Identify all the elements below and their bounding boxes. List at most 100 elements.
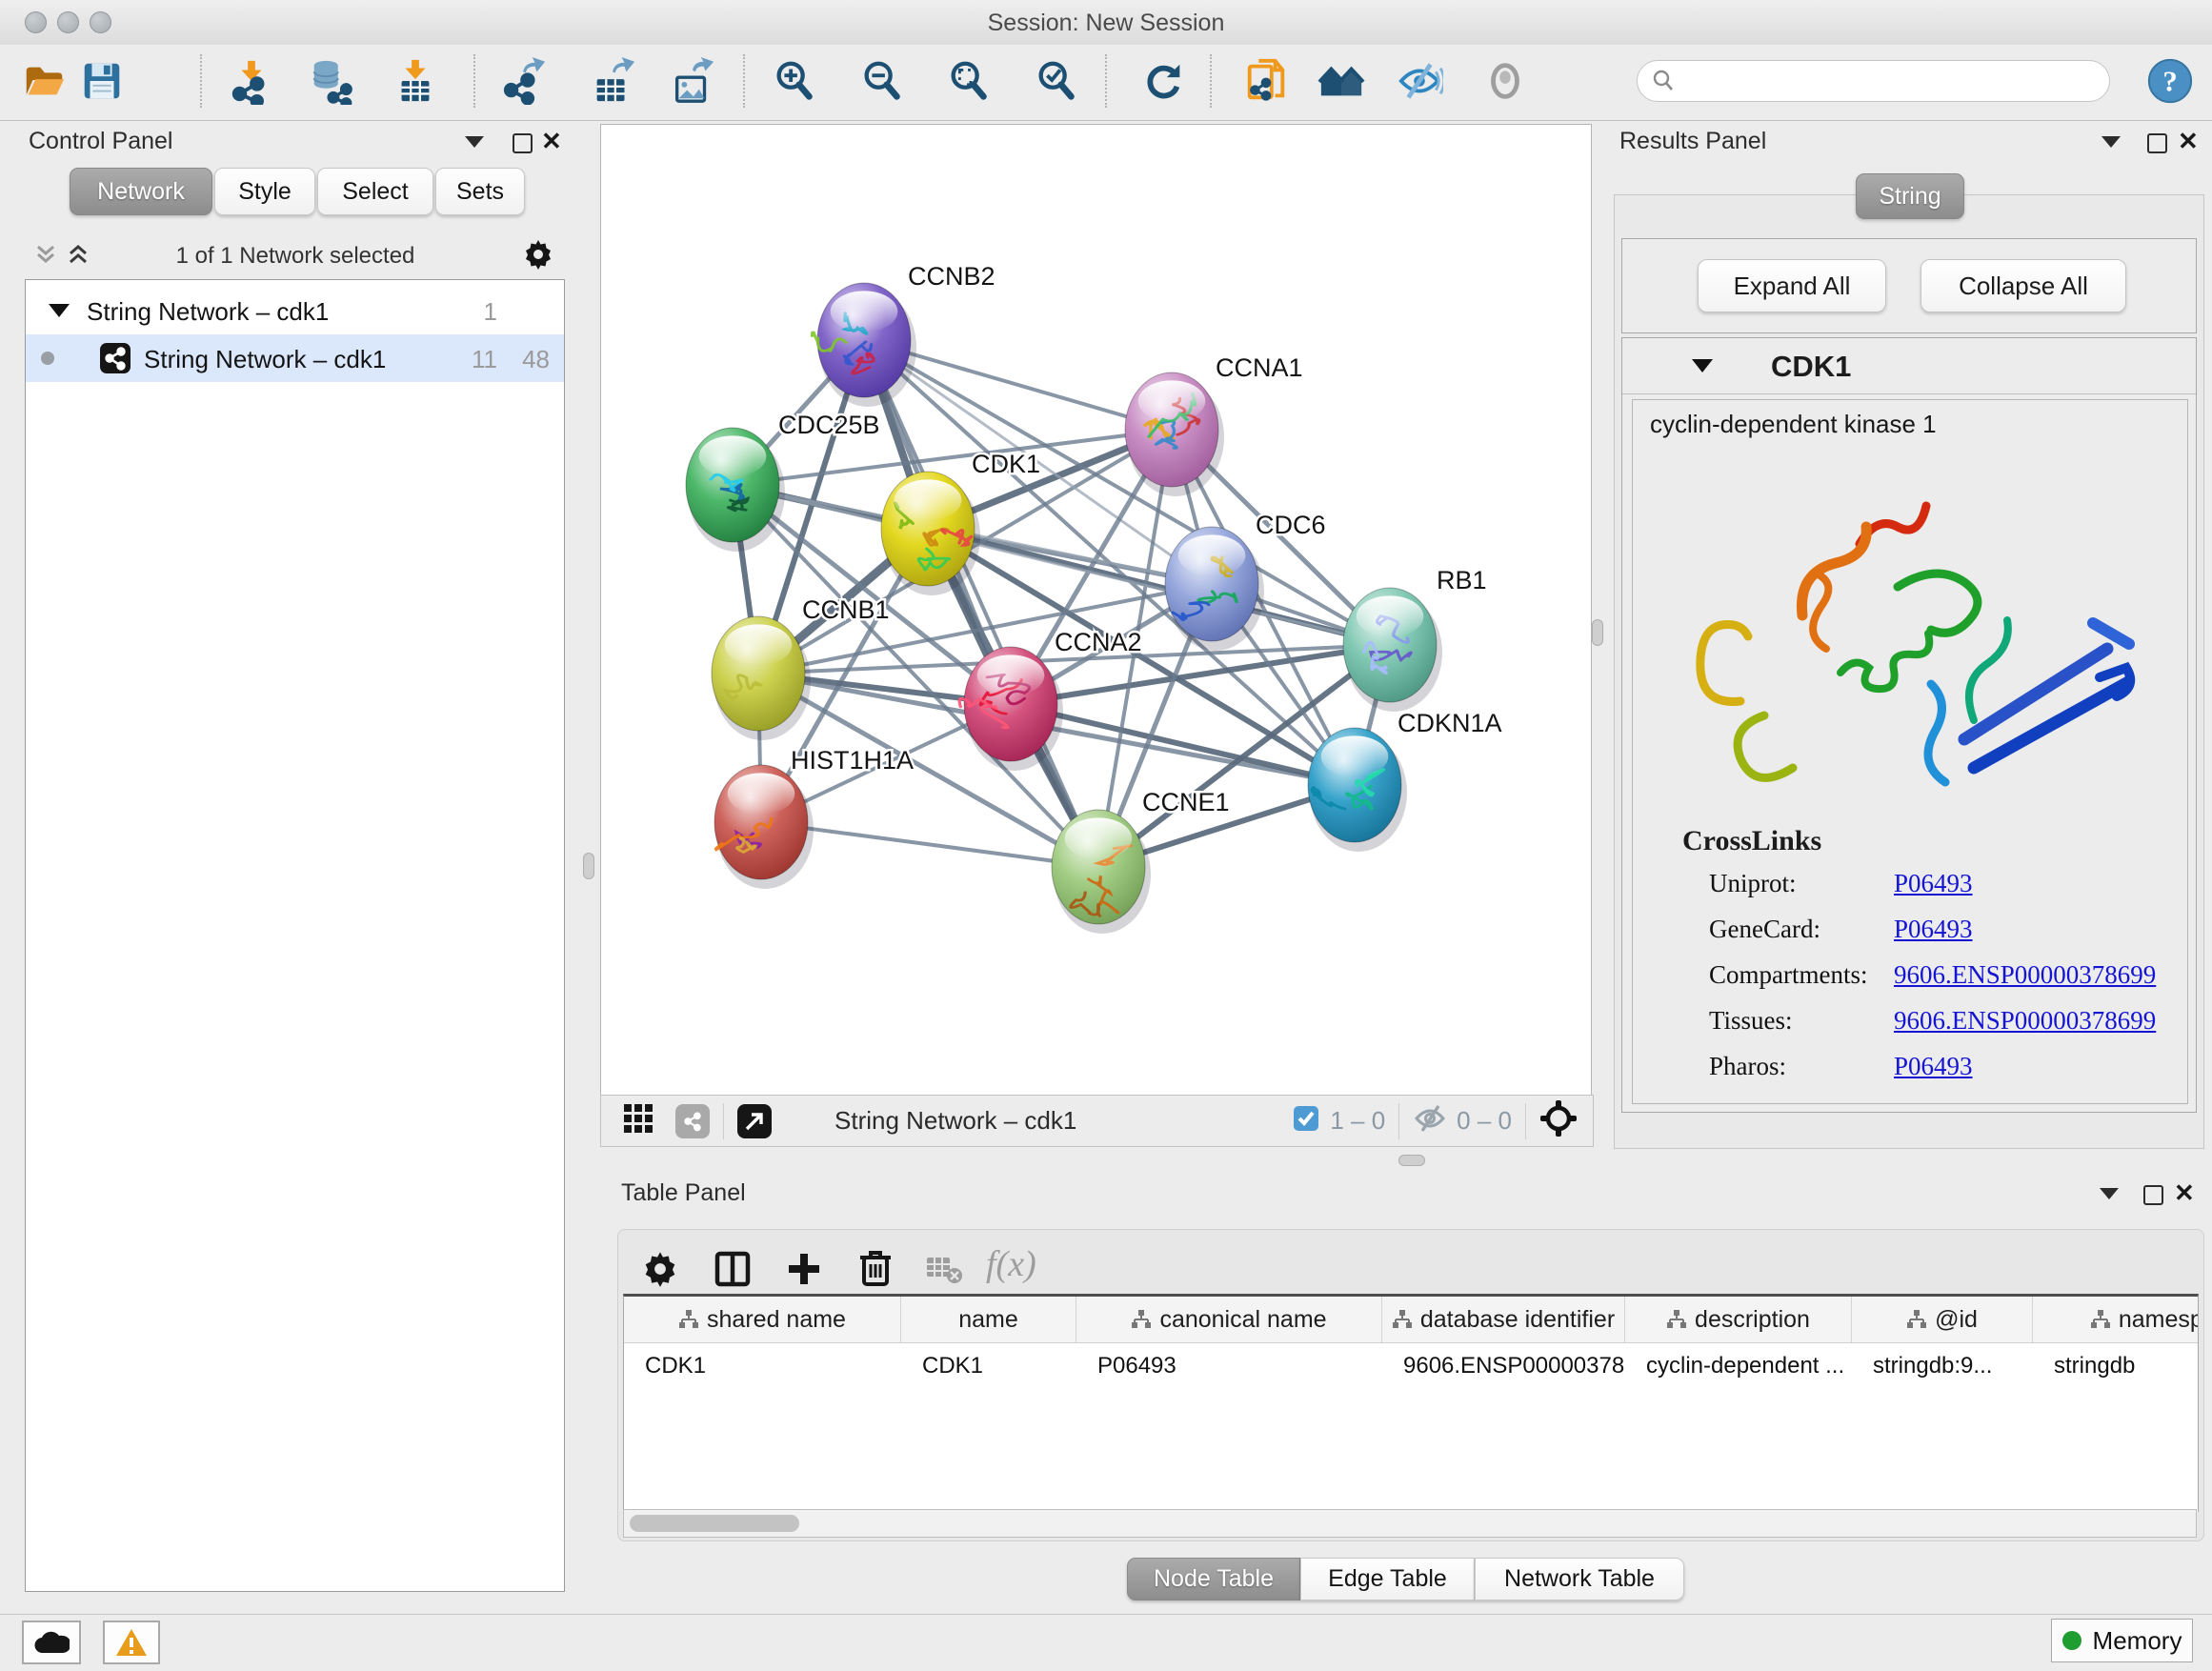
results-panel-collapse-icon[interactable]	[2101, 136, 2121, 148]
table-cell[interactable]: cyclin-dependent ...	[1625, 1343, 1852, 1389]
network-type-icon[interactable]	[675, 1104, 710, 1138]
right-splitter-handle[interactable]	[1592, 619, 1603, 646]
zoom-in-icon[interactable]	[768, 54, 821, 108]
export-table-icon[interactable]	[586, 54, 639, 108]
table-panel-float-icon[interactable]	[2143, 1185, 2163, 1205]
show-all-eye-icon[interactable]	[1478, 54, 1532, 108]
collapse-all-button[interactable]: Collapse All	[1920, 259, 2126, 312]
network-node-CDC25B[interactable]: CDC25B	[686, 411, 880, 552]
export-network-icon[interactable]	[498, 54, 552, 108]
left-splitter-handle[interactable]	[583, 853, 594, 879]
network-node-CCNA1[interactable]: CCNA1	[1125, 353, 1303, 496]
network-row-selected[interactable]: String Network – cdk1 11 48	[26, 334, 564, 382]
delete-table-icon-disabled[interactable]	[925, 1254, 963, 1291]
table-cell[interactable]: CDK1	[624, 1343, 901, 1389]
crosslink-value-link[interactable]: P06493	[1894, 915, 1973, 944]
crosslink-row: Pharos:P06493	[1709, 1052, 2166, 1081]
column-header-shared-name[interactable]: shared name	[624, 1297, 901, 1342]
table-cell[interactable]: stringdb	[2033, 1343, 2199, 1389]
expand-all-networks-icon[interactable]	[65, 242, 91, 273]
tab-select[interactable]: Select	[317, 168, 433, 215]
table-horizontal-scrollbar[interactable]	[623, 1509, 2197, 1538]
horizontal-splitter-handle[interactable]	[1398, 1155, 1425, 1166]
tab-node-table[interactable]: Node Table	[1127, 1558, 1300, 1601]
crosslink-value-link[interactable]: 9606.ENSP00000378699	[1894, 960, 2156, 990]
network-node-CCNE1[interactable]: CCNE1	[1052, 788, 1230, 934]
collection-expander-icon[interactable]	[49, 304, 70, 317]
column-header--id[interactable]: @id	[1852, 1297, 2033, 1342]
import-network-icon[interactable]	[225, 54, 278, 108]
zoom-fit-icon[interactable]	[942, 54, 995, 108]
scrollbar-thumb[interactable]	[630, 1515, 799, 1532]
selected-checkbox-icon[interactable]	[1292, 1104, 1320, 1137]
control-panel-collapse-icon[interactable]	[465, 136, 484, 148]
table-row[interactable]: CDK1CDK1P064939606.ENSP00000378699cyclin…	[624, 1343, 2198, 1389]
gene-section-expander-icon[interactable]	[1692, 359, 1713, 372]
column-header-database-identifier[interactable]: database identifier	[1382, 1297, 1625, 1342]
network-edge[interactable]	[864, 340, 1098, 867]
tab-sets[interactable]: Sets	[435, 168, 525, 215]
cloud-icon	[33, 1630, 70, 1655]
tab-edge-table[interactable]: Edge Table	[1300, 1558, 1475, 1601]
network-node-CDKN1A[interactable]: CDKN1A	[1308, 709, 1502, 852]
crosslink-value-link[interactable]: 9606.ENSP00000378699	[1894, 1006, 2156, 1036]
column-header-label: shared name	[707, 1306, 846, 1334]
network-node-CDC6[interactable]: CDC6	[1165, 511, 1326, 651]
birdseye-grid-icon[interactable]	[622, 1102, 654, 1139]
crosslink-value-link[interactable]: P06493	[1894, 1052, 1973, 1081]
expand-all-button[interactable]: Expand All	[1698, 259, 1886, 312]
column-header-canonical-name[interactable]: canonical name	[1076, 1297, 1382, 1342]
hidden-eye-slash-icon[interactable]	[1413, 1104, 1447, 1137]
control-panel-float-icon[interactable]	[513, 133, 533, 153]
import-database-icon[interactable]	[305, 54, 358, 108]
control-panel-close-icon[interactable]: ✕	[541, 131, 562, 151]
select-columns-icon[interactable]	[714, 1250, 752, 1293]
network-node-CCNB2[interactable]: CCNB2	[808, 262, 995, 407]
network-canvas[interactable]: CCNB2CCNA1CDC25BCDK1CDC6RB1CCNB1CCNA2CDK…	[600, 124, 1592, 1096]
refresh-icon[interactable]	[1136, 54, 1190, 108]
network-collection-row[interactable]: String Network – cdk1 1	[26, 287, 564, 334]
cloud-status-button[interactable]	[22, 1621, 81, 1664]
warnings-button[interactable]	[103, 1621, 160, 1664]
table-cell[interactable]: stringdb:9...	[1852, 1343, 2033, 1389]
tab-network[interactable]: Network	[70, 168, 212, 215]
zoom-out-icon[interactable]	[855, 54, 909, 108]
table-cell[interactable]: P06493	[1076, 1343, 1382, 1389]
hide-selected-eye-icon[interactable]	[1393, 54, 1446, 108]
open-in-browser-icon[interactable]	[737, 1104, 772, 1138]
table-panel-close-icon[interactable]: ✕	[2174, 1183, 2195, 1202]
column-header-label: @id	[1935, 1306, 1978, 1334]
import-table-icon[interactable]	[389, 54, 442, 108]
table-gear-icon[interactable]	[641, 1250, 679, 1293]
function-builder-icon-disabled[interactable]: f(x)	[986, 1243, 1036, 1285]
fit-selected-crosshair-icon[interactable]	[1539, 1099, 1578, 1142]
table-cell[interactable]: CDK1	[901, 1343, 1076, 1389]
save-session-icon[interactable]	[75, 54, 129, 108]
crosslink-value-link[interactable]: P06493	[1894, 869, 1973, 898]
add-column-icon[interactable]	[785, 1250, 823, 1293]
table-cell[interactable]: 9606.ENSP00000378699	[1382, 1343, 1625, 1389]
results-panel-close-icon[interactable]: ✕	[2178, 131, 2199, 151]
first-neighbors-icon[interactable]	[1315, 54, 1368, 108]
delete-column-trash-icon[interactable]	[856, 1248, 895, 1293]
open-session-icon[interactable]	[17, 54, 70, 108]
column-header-namespace[interactable]: namespace	[2033, 1297, 2199, 1342]
table-panel-collapse-icon[interactable]	[2100, 1188, 2119, 1199]
collapse-all-networks-icon[interactable]	[32, 242, 59, 273]
tab-string[interactable]: String	[1856, 173, 1964, 219]
tab-network-table[interactable]: Network Table	[1475, 1558, 1684, 1601]
memory-button[interactable]: Memory	[2051, 1619, 2193, 1662]
results-panel-float-icon[interactable]	[2147, 133, 2167, 153]
tab-style[interactable]: Style	[214, 168, 315, 215]
column-header-description[interactable]: description	[1625, 1297, 1852, 1342]
export-image-icon[interactable]	[666, 54, 719, 108]
search-input[interactable]	[1676, 67, 2080, 95]
column-header-name[interactable]: name	[901, 1297, 1076, 1342]
network-node-HIST1H1A[interactable]: HIST1H1A	[714, 746, 914, 889]
help-icon[interactable]: ?	[2146, 57, 2194, 110]
network-graph[interactable]: CCNB2CCNA1CDC25BCDK1CDC6RB1CCNB1CCNA2CDK…	[601, 125, 1591, 1095]
zoom-selected-icon[interactable]	[1030, 54, 1083, 108]
network-node-RB1[interactable]: RB1	[1343, 566, 1487, 712]
clone-network-icon[interactable]	[1239, 54, 1293, 108]
control-panel-gear-icon[interactable]	[522, 238, 554, 275]
